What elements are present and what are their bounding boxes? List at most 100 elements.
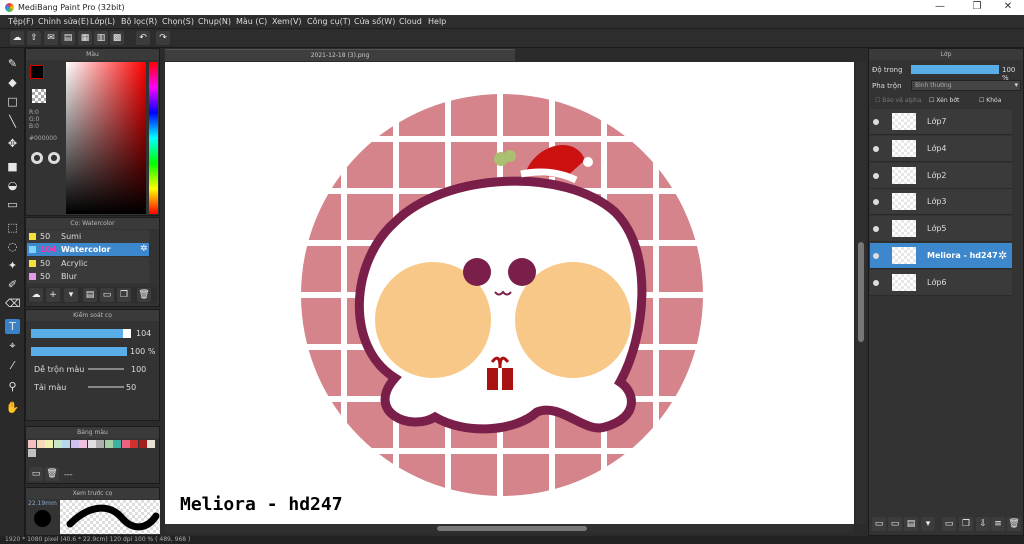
add-brush-icon[interactable]: + (46, 288, 60, 302)
menu-cloud[interactable]: Cloud (399, 17, 422, 26)
magic-wand-icon[interactable]: ✦ (5, 258, 20, 273)
brush-props-icon[interactable]: ▤ (83, 288, 97, 302)
primary-color-swatch[interactable] (30, 65, 44, 79)
brush-settings-icon[interactable]: ▾ (64, 288, 78, 302)
lasso-tool-icon[interactable]: ◌ (5, 239, 20, 254)
rectangle-tool-icon[interactable]: □ (5, 94, 20, 109)
brush-item-sumi[interactable]: 50 Sumi (27, 230, 149, 243)
layer-row[interactable]: Lớp4 (870, 135, 1012, 162)
line-tool-icon[interactable]: ╲ (5, 114, 20, 129)
palette-swatch[interactable] (70, 440, 79, 448)
transparent-swatch[interactable] (32, 89, 46, 103)
canvas[interactable]: Meliora - hd247 (165, 62, 854, 524)
palette-swatch[interactable] (36, 440, 45, 448)
merge-layer-icon[interactable]: ⇩ (976, 517, 990, 531)
vertical-scrollbar[interactable] (856, 62, 866, 524)
brush-item-blur[interactable]: 50 Blur (27, 270, 149, 283)
clip-checkbox[interactable]: ☐ Xén bớt (929, 97, 959, 104)
gear-icon[interactable]: ✲ (140, 244, 148, 254)
hue-slider[interactable] (149, 62, 158, 214)
menu-tools[interactable]: Công cụ(T) (307, 17, 351, 26)
eraser-tool-icon[interactable]: ◆ (5, 75, 20, 90)
cloud-brush-icon[interactable]: ☁ (29, 288, 43, 302)
blend-select[interactable]: Bình thường ▾ (911, 80, 1021, 91)
palette-swatch[interactable] (138, 440, 147, 448)
folder-icon[interactable]: ▭ (100, 288, 114, 302)
lock-checkbox[interactable]: ☐ Khóa (979, 97, 1001, 104)
delete-palette-icon[interactable]: 🗑 (45, 467, 59, 481)
layer-row[interactable]: Meliora - hd247 ✲ (870, 243, 1012, 269)
menu-window[interactable]: Cửa sổ(W) (354, 17, 395, 26)
visibility-icon[interactable] (873, 119, 879, 125)
redo-icon[interactable]: ↷ (156, 31, 170, 45)
menu-filter[interactable]: Bộ lọc(R) (121, 17, 157, 26)
menu-select[interactable]: Chọn(S) (162, 17, 194, 26)
palette-swatch[interactable] (87, 440, 96, 448)
layer-folder-icon[interactable]: ▭ (942, 517, 956, 531)
select-pen-icon[interactable]: ✐ (5, 277, 20, 292)
delete-layer-icon[interactable]: 🗑 (1007, 517, 1021, 531)
upload-icon[interactable]: ⇪ (27, 31, 41, 45)
copy-brush-icon[interactable]: ❐ (117, 288, 131, 302)
visibility-icon[interactable] (873, 199, 879, 206)
chat-icon[interactable]: ▤ (61, 31, 75, 45)
mix-slider[interactable] (88, 368, 124, 370)
document-tab[interactable]: 2021-12-18 (3).png (165, 49, 515, 61)
layer-row[interactable]: Lớp3 (870, 189, 1012, 216)
new-layer-icon[interactable]: ▭ (872, 517, 886, 531)
close-icon[interactable]: ✕ (993, 1, 1023, 12)
layer-row[interactable]: Lớp5 (870, 216, 1012, 243)
panels-icon[interactable]: ▩ (110, 31, 124, 45)
visibility-icon[interactable] (873, 279, 879, 286)
visibility-icon[interactable] (873, 172, 879, 179)
menu-view[interactable]: Xem(V) (272, 17, 302, 26)
maximize-icon[interactable]: ❐ (962, 1, 992, 12)
hand-tool-icon[interactable]: ✋ (5, 400, 20, 415)
reload-slider[interactable] (88, 386, 124, 388)
palette-swatch[interactable] (147, 440, 155, 448)
cloud-icon[interactable]: ☁ (10, 31, 24, 45)
menu-edit[interactable]: Chỉnh sửa(E) (38, 17, 89, 26)
palette-swatch[interactable] (96, 440, 104, 448)
delete-brush-icon[interactable]: 🗑 (137, 288, 151, 302)
palette-swatch[interactable] (28, 440, 36, 448)
move-tool-icon[interactable]: ✥ (5, 136, 20, 151)
add-color-icon[interactable]: ● (48, 152, 60, 164)
brush-item-watercolor[interactable]: 104 Watercolor ✲ (27, 243, 149, 256)
palette-swatch[interactable] (130, 440, 138, 448)
eyedropper-icon[interactable]: ⚲ (5, 379, 20, 394)
palette-swatch[interactable] (53, 440, 62, 448)
visibility-icon[interactable] (873, 145, 879, 152)
layer-opacity-bar[interactable] (911, 65, 999, 74)
grid-icon[interactable]: ▦ (78, 31, 92, 45)
gear-icon[interactable]: ✲ (998, 249, 1007, 262)
operation-tool-icon[interactable]: ⌖ (5, 338, 20, 353)
text-tool-icon[interactable]: T (5, 319, 20, 334)
add-layer-menu-icon[interactable]: ▾ (921, 517, 935, 531)
bucket-tool-icon[interactable]: ◒ (5, 178, 20, 193)
menu-layer[interactable]: Lớp(L) (90, 17, 115, 26)
gradient-tool-icon[interactable]: ▭ (5, 197, 20, 212)
comment-icon[interactable]: ✉ (44, 31, 58, 45)
visibility-icon[interactable] (873, 253, 879, 259)
divide-tool-icon[interactable]: ⁄ (5, 358, 20, 373)
palette-swatch[interactable] (28, 449, 36, 457)
layer-row[interactable]: Lớp7 (870, 109, 1012, 135)
layout-icon[interactable]: ▥ (94, 31, 108, 45)
saturation-value-picker[interactable] (66, 62, 146, 214)
palette-swatch[interactable] (121, 440, 130, 448)
palette-swatch[interactable] (79, 440, 87, 448)
shape-tool-icon[interactable]: ■ (5, 159, 20, 174)
menu-file[interactable]: Tệp(F) (8, 17, 34, 26)
menu-help[interactable]: Help (428, 17, 446, 26)
new-palette-icon[interactable]: ▭ (29, 467, 43, 481)
brush-tool-icon[interactable]: ✎ (5, 56, 20, 71)
horizontal-scrollbar[interactable] (165, 524, 854, 533)
brush-size-bar[interactable] (31, 329, 131, 338)
protect-alpha-checkbox[interactable]: ☐ Bảo vệ alpha (875, 97, 921, 104)
palette-swatch[interactable] (45, 440, 53, 448)
new-layer-copy-icon[interactable]: ▭ (888, 517, 902, 531)
layer-row[interactable]: Lớp6 (870, 269, 1012, 296)
select-eraser-icon[interactable]: ⌫ (5, 296, 21, 311)
palette-swatch[interactable] (62, 440, 70, 448)
